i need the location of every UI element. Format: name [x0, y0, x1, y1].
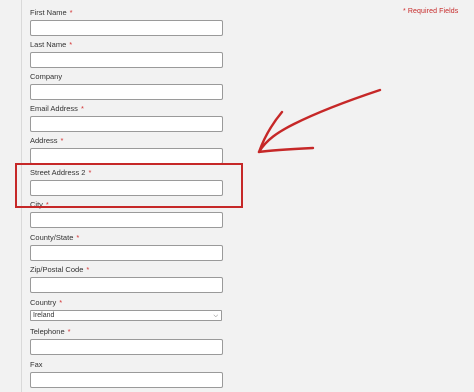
arrow-shaft — [257, 88, 382, 154]
annotation-arrow — [257, 88, 382, 154]
